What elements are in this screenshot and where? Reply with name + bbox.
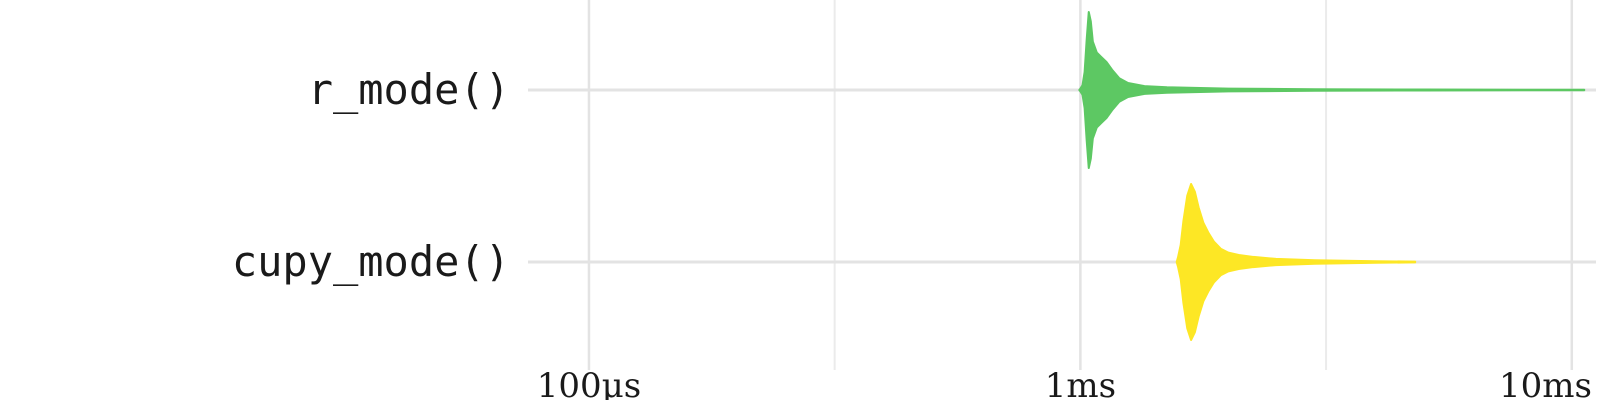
x-tick-label-0: 100µs	[537, 366, 641, 400]
x-tick-label-2: 10ms	[1499, 366, 1592, 400]
row-labels: r_mode() cupy_mode()	[232, 65, 510, 286]
row-label-0: r_mode()	[308, 65, 510, 114]
violin-chart: r_mode() cupy_mode() 100µs 1ms 10ms	[232, 0, 1596, 400]
x-tick-label-1: 1ms	[1045, 366, 1116, 400]
x-axis-ticks: 100µs 1ms 10ms	[537, 366, 1592, 400]
grid-lines	[528, 0, 1596, 370]
violin-1	[1175, 183, 1417, 341]
row-label-1: cupy_mode()	[232, 237, 510, 286]
violin-0	[1078, 11, 1586, 169]
violin-series	[1078, 11, 1586, 341]
